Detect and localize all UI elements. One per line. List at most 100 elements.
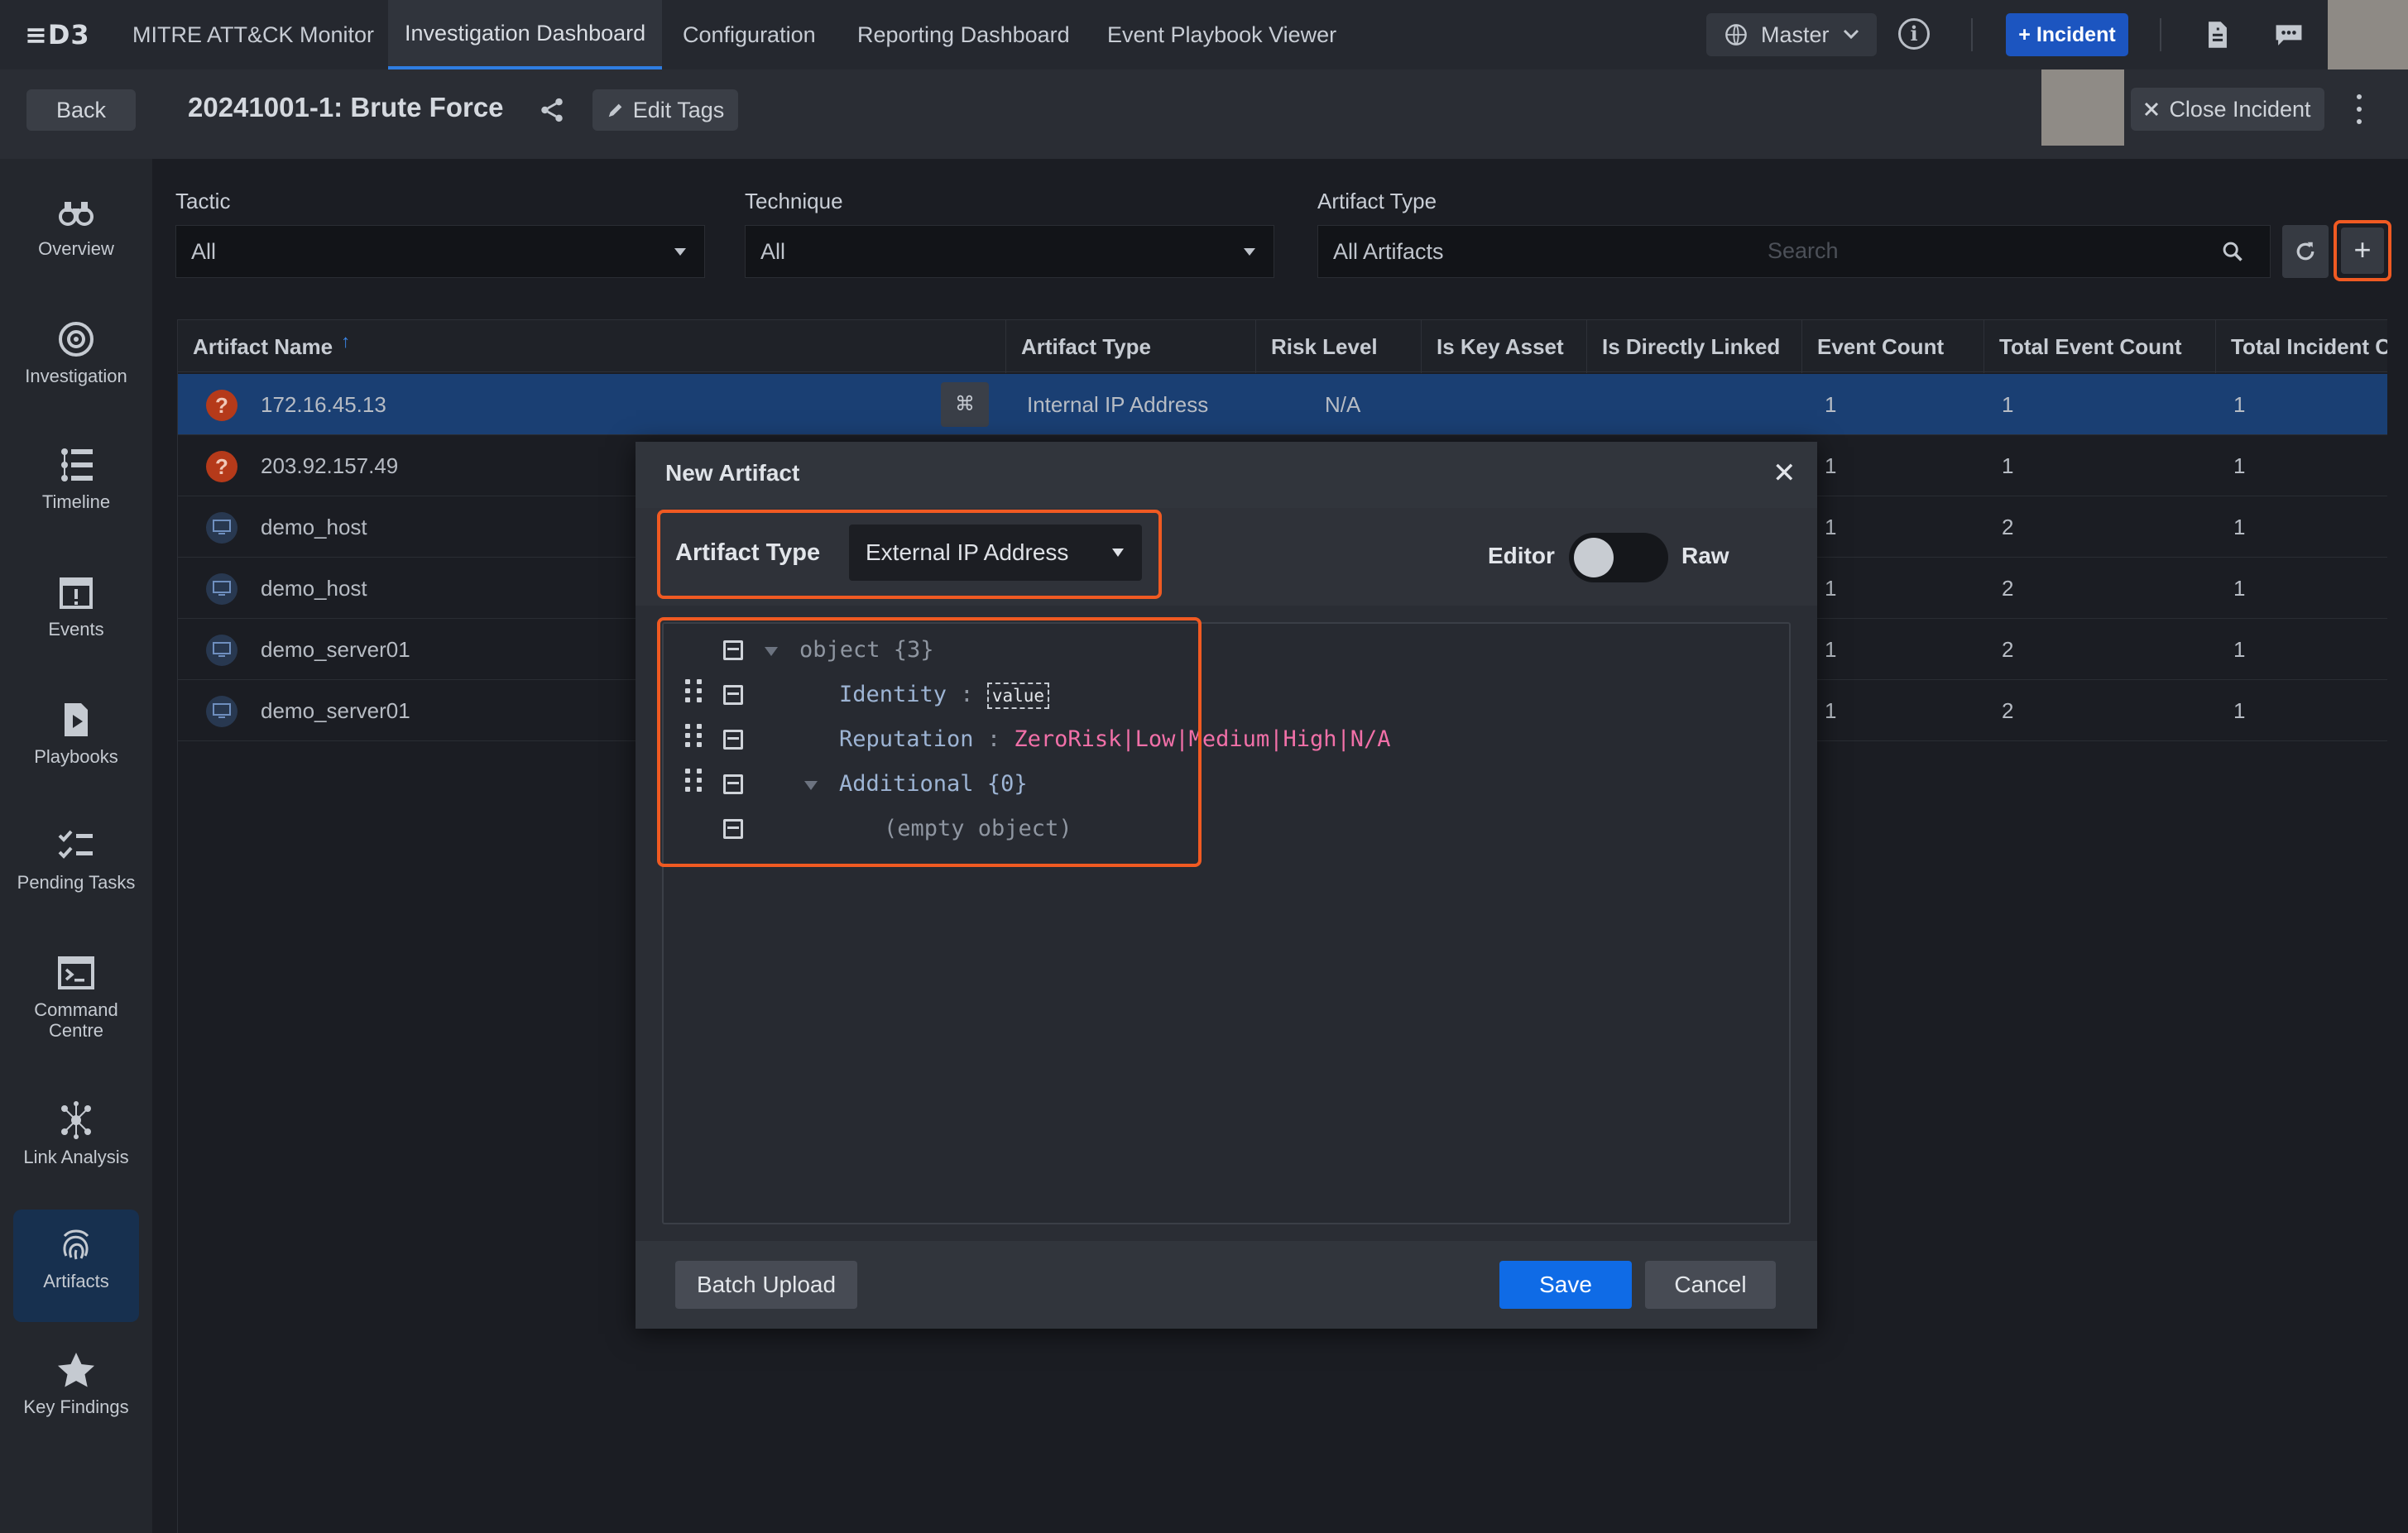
editor-mode-label: Editor (1488, 543, 1555, 568)
modal-header: New Artifact ✕ (636, 442, 1817, 508)
assignee-avatar[interactable] (2041, 69, 2124, 146)
nav-tab-reporting-dashboard[interactable]: Reporting Dashboard (857, 0, 1070, 69)
nav-tab-event-playbook-viewer[interactable]: Event Playbook Viewer (1107, 0, 1336, 69)
plus-icon: + (2341, 228, 2384, 274)
event-count-cell: 1 (1825, 698, 1837, 723)
artifact-name-cell[interactable]: 172.16.45.13 (261, 374, 386, 435)
total-event-count-cell: 2 (2002, 576, 2014, 601)
search-input[interactable]: Search (1768, 238, 1839, 264)
sidebar-item-link-analysis[interactable]: Link Analysis (0, 1100, 152, 1167)
workspace-selector[interactable]: Master (1706, 13, 1877, 56)
technique-filter-select[interactable]: All (745, 225, 1274, 278)
sidebar-item-events[interactable]: Events (0, 572, 152, 640)
left-sidebar: Overview Investigation Timeline Events P… (0, 159, 152, 1533)
sidebar-item-overview[interactable]: Overview (0, 192, 152, 259)
command-icon[interactable]: ⌘ (941, 382, 989, 427)
total-event-count-cell: 1 (2002, 392, 2014, 417)
modal-title: New Artifact (665, 460, 800, 486)
calendar-alert-icon (60, 577, 93, 609)
total-incident-count-cell: 1 (2233, 698, 2246, 723)
share-icon[interactable] (538, 96, 566, 124)
unknown-artifact-icon: ? (206, 390, 237, 421)
artifact-name-cell[interactable]: demo_host (261, 496, 367, 558)
search-icon[interactable] (2221, 240, 2244, 263)
total-incident-count-cell: 1 (2233, 392, 2246, 417)
info-icon[interactable]: i (1898, 18, 1930, 50)
save-button[interactable]: Save (1499, 1261, 1632, 1309)
host-icon (206, 696, 237, 727)
total-event-count-cell: 2 (2002, 698, 2014, 723)
artifact-type-highlight (657, 510, 1162, 599)
sidebar-item-playbooks[interactable]: Playbooks (0, 700, 152, 767)
d3-logo[interactable]: ≡D3 (25, 18, 96, 51)
sort-ascending-icon: ↑ (341, 331, 351, 352)
editor-raw-toggle[interactable] (1569, 533, 1668, 582)
sidebar-item-timeline[interactable]: Timeline (0, 445, 152, 512)
nav-tab-mitre[interactable]: MITRE ATT&CK Monitor (132, 0, 374, 69)
new-incident-button[interactable]: + Incident (2006, 13, 2128, 56)
sidebar-item-key-findings[interactable]: Key Findings (0, 1350, 152, 1417)
column-total-incident-count[interactable]: Total Incident Co (2215, 320, 2387, 373)
nav-divider (2160, 18, 2161, 51)
edit-tags-button[interactable]: Edit Tags (592, 89, 738, 131)
star-icon (58, 1353, 94, 1387)
incident-header: Back 20241001-1: Brute Force Edit Tags C… (0, 69, 2408, 159)
refresh-button[interactable] (2282, 225, 2329, 278)
more-options-icon[interactable] (2347, 91, 2372, 127)
batch-upload-button[interactable]: Batch Upload (675, 1261, 857, 1309)
total-event-count-cell: 2 (2002, 637, 2014, 662)
technique-filter-label: Technique (745, 189, 843, 213)
terminal-icon (58, 956, 94, 989)
column-event-count[interactable]: Event Count (1801, 320, 1983, 373)
sidebar-item-investigation[interactable]: Investigation (0, 319, 152, 386)
globe-icon (1725, 24, 1747, 46)
artifact-name-cell[interactable]: demo_server01 (261, 680, 410, 741)
sidebar-item-pending-tasks[interactable]: Pending Tasks (0, 826, 152, 893)
column-artifact-type[interactable]: Artifact Type (1005, 320, 1255, 373)
nav-divider (1971, 18, 1973, 51)
user-avatar[interactable] (2328, 0, 2408, 69)
artifact-type-cell: Internal IP Address (1027, 392, 1209, 417)
sidebar-item-command-centre[interactable]: Command Centre (0, 953, 152, 1041)
column-risk-level[interactable]: Risk Level (1255, 320, 1421, 373)
total-incident-count-cell: 1 (2233, 515, 2246, 539)
document-icon[interactable] (2201, 18, 2234, 51)
add-artifact-button[interactable]: + (2334, 220, 2391, 281)
nav-tab-configuration[interactable]: Configuration (683, 0, 816, 69)
artifact-type-filter-label: Artifact Type (1317, 189, 1437, 213)
total-incident-count-cell: 1 (2233, 576, 2246, 601)
tree-highlight (657, 617, 1202, 867)
cancel-button[interactable]: Cancel (1645, 1261, 1776, 1309)
close-incident-label: Close Incident (2169, 96, 2311, 122)
back-button[interactable]: Back (26, 89, 136, 131)
total-event-count-cell: 1 (2002, 453, 2014, 478)
fingerprint-icon (63, 1229, 89, 1260)
artifact-name-cell[interactable]: 203.92.157.49 (261, 435, 398, 496)
chevron-down-icon (1843, 29, 1859, 40)
nav-tab-investigation-dashboard[interactable]: Investigation Dashboard (388, 0, 663, 69)
toggle-knob (1574, 538, 1614, 577)
chat-icon[interactable] (2272, 18, 2305, 51)
workspace-label: Master (1761, 22, 1830, 47)
edit-tags-label: Edit Tags (632, 97, 725, 122)
total-incident-count-cell: 1 (2233, 453, 2246, 478)
host-icon (206, 573, 237, 605)
column-total-event-count[interactable]: Total Event Count (1983, 320, 2215, 373)
close-incident-button[interactable]: Close Incident (2131, 88, 2324, 131)
table-row[interactable]: ? 172.16.45.13 ⌘ Internal IP Address N/A… (178, 374, 2387, 435)
raw-mode-label: Raw (1681, 543, 1729, 568)
event-count-cell: 1 (1825, 515, 1837, 539)
sidebar-item-artifacts[interactable]: Artifacts (13, 1210, 139, 1322)
caret-down-icon (674, 248, 686, 256)
event-count-cell: 1 (1825, 392, 1837, 417)
close-icon[interactable]: ✕ (1772, 457, 1796, 490)
binoculars-icon (59, 202, 94, 226)
column-is-key-asset[interactable]: Is Key Asset (1421, 320, 1586, 373)
tactic-filter-select[interactable]: All (175, 225, 705, 278)
column-is-directly-linked[interactable]: Is Directly Linked (1586, 320, 1801, 373)
column-artifact-name[interactable]: Artifact Name ↑ (178, 320, 1005, 373)
artifact-name-cell[interactable]: demo_host (261, 558, 367, 619)
refresh-icon (2296, 242, 2314, 261)
artifact-name-cell[interactable]: demo_server01 (261, 619, 410, 680)
event-count-cell: 1 (1825, 453, 1837, 478)
